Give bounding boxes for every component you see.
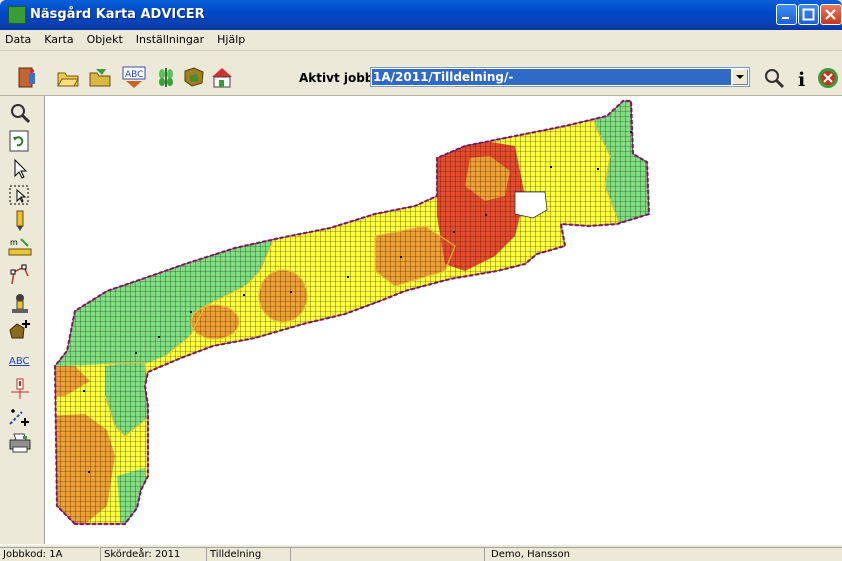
crop-button[interactable]: [154, 65, 178, 89]
print-tool[interactable]: [8, 432, 32, 454]
app-icon: [8, 6, 26, 24]
gps-tool[interactable]: [8, 292, 32, 314]
gps-receiver-icon: [12, 294, 28, 313]
status-job-type: Tilldelning: [206, 547, 290, 561]
add-field-icon: [9, 320, 30, 339]
maximize-icon: [802, 8, 815, 21]
menu-objekt[interactable]: Objekt: [80, 30, 129, 46]
status-bar: Jobbkod: 1A Skördeår: 2011 Tilldelning D…: [0, 544, 842, 561]
zoom-button[interactable]: [762, 66, 786, 90]
toolbar: ABC Aktivt jobb 1A/2011/Tilldelning/- i: [0, 51, 842, 96]
polygon-tool[interactable]: [8, 264, 32, 286]
add-line-tool[interactable]: [8, 406, 32, 428]
text-label-button[interactable]: ABC: [122, 65, 146, 89]
abc-label-icon: ABC: [122, 66, 146, 88]
measure-tool[interactable]: m: [8, 236, 32, 258]
marker-icon: [11, 378, 29, 399]
add-line-icon: [9, 409, 29, 426]
ruler-icon-text: m: [10, 238, 18, 247]
map-canvas[interactable]: [44, 96, 842, 544]
close-icon: [825, 9, 836, 20]
status-empty: [290, 547, 484, 561]
add-field-tool[interactable]: [8, 318, 32, 340]
refresh-icon: [9, 130, 29, 152]
magnifier-icon: [765, 69, 785, 89]
farm-button[interactable]: [210, 65, 234, 89]
exit-button[interactable]: [16, 65, 40, 89]
svg-text:i: i: [798, 69, 805, 90]
save-folder-button[interactable]: [88, 65, 112, 89]
pencil-tool[interactable]: [8, 210, 32, 232]
tool-palette: m ABC: [0, 96, 44, 544]
open-folder-icon: [57, 72, 79, 87]
menu-karta[interactable]: Karta: [37, 30, 79, 46]
active-job-value: 1A/2011/Tilldelning/-: [372, 69, 731, 85]
box-select-icon: [9, 185, 29, 205]
refresh-tool[interactable]: [8, 130, 32, 152]
abc-text-icon-text: ABC: [9, 356, 30, 367]
info-button[interactable]: i: [790, 66, 814, 90]
printer-icon: [9, 433, 31, 453]
magnifier-icon: [11, 104, 31, 124]
cancel-button[interactable]: [816, 66, 840, 90]
status-job-code: Jobbkod: 1A: [0, 547, 99, 561]
arrow-pointer-icon: [14, 158, 28, 179]
active-job-select[interactable]: 1A/2011/Tilldelning/-: [370, 67, 750, 87]
exit-door-icon: [18, 67, 35, 88]
field-map: [53, 99, 651, 526]
polygon-edit-icon: [10, 264, 29, 285]
title-bar: Näsgård Karta ADVICER: [0, 0, 842, 30]
text-tool[interactable]: ABC: [8, 350, 32, 372]
field-map-icon: [184, 67, 204, 87]
zoom-tool[interactable]: [8, 102, 32, 124]
pencil-icon: [16, 210, 24, 231]
close-button[interactable]: [820, 4, 842, 25]
open-folder-button[interactable]: [56, 65, 80, 89]
farm-house-icon: [212, 68, 232, 88]
minimize-icon: [782, 17, 789, 19]
chevron-down-icon: [736, 75, 744, 79]
ruler-icon: m: [8, 238, 32, 256]
dropdown-button[interactable]: [732, 69, 748, 85]
menu-data[interactable]: Data: [0, 30, 37, 46]
select-tool[interactable]: [8, 158, 32, 180]
minimize-button[interactable]: [776, 4, 797, 25]
field-zones: [55, 101, 649, 524]
cancel-icon: [818, 68, 838, 88]
menu-hjalp[interactable]: Hjälp: [210, 30, 251, 46]
fields-button[interactable]: [182, 65, 206, 89]
status-harvest-year: Skördeår: 2011: [100, 547, 206, 561]
abc-icon-text: ABC: [125, 70, 143, 80]
status-user: Demo, Hansson: [484, 547, 842, 561]
menu-installningar[interactable]: Inställningar: [129, 30, 210, 46]
box-select-tool[interactable]: [8, 184, 32, 206]
abc-text-icon: ABC: [9, 356, 30, 367]
active-job-label: Aktivt jobb: [299, 71, 374, 85]
menu-bar: Data Karta Objekt Inställningar Hjälp: [0, 30, 842, 51]
info-icon: i: [798, 69, 805, 90]
folder-icon: [89, 69, 111, 87]
marker-tool[interactable]: [8, 378, 32, 400]
maximize-button[interactable]: [798, 4, 819, 25]
crop-plant-icon: [159, 68, 173, 87]
window-title: Näsgård Karta ADVICER: [30, 7, 205, 22]
